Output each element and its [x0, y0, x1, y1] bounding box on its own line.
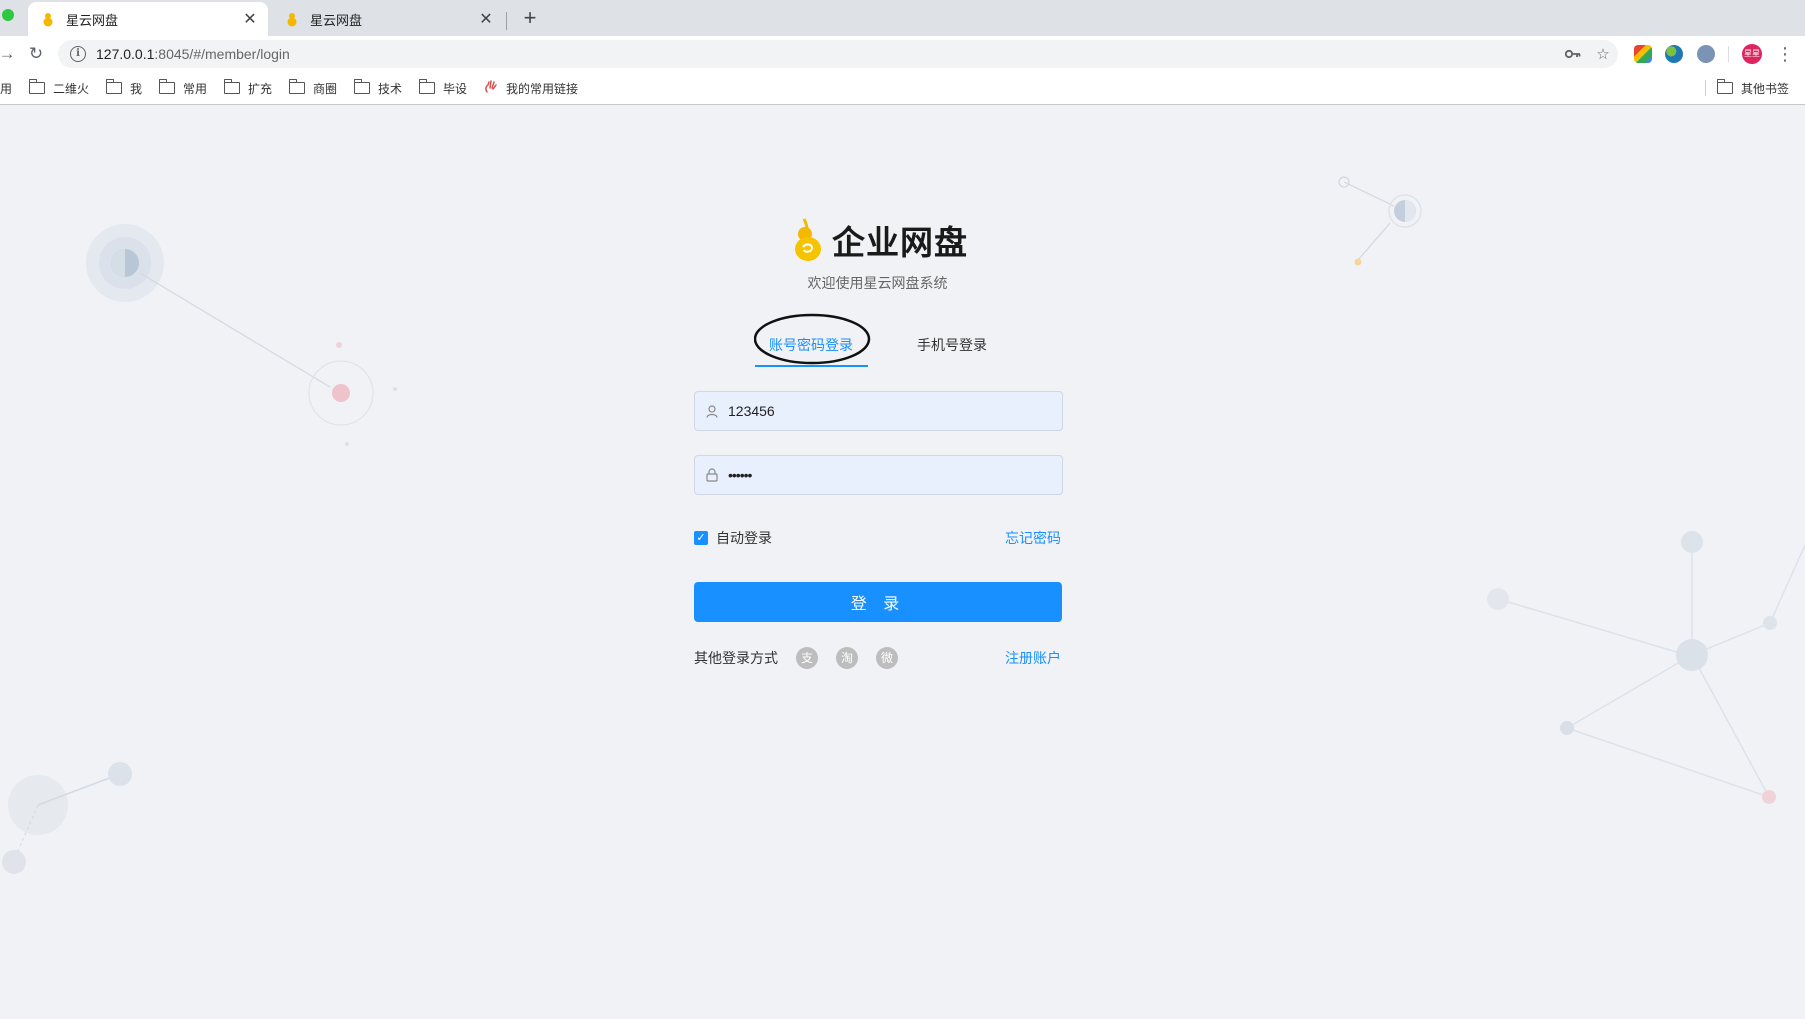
- window-zoom-button[interactable]: [2, 9, 14, 21]
- site-info-icon[interactable]: i: [70, 46, 86, 62]
- reload-icon[interactable]: ↻: [25, 43, 47, 65]
- bookmark-item[interactable]: 用: [0, 72, 12, 104]
- toolbar-divider: [1728, 46, 1729, 62]
- folder-icon: [29, 79, 45, 94]
- bookmark-folder[interactable]: 常用: [159, 72, 207, 104]
- folder-icon: [1717, 79, 1733, 94]
- username-input[interactable]: [726, 402, 1050, 420]
- weibo-icon[interactable]: 微: [876, 647, 898, 669]
- folder-icon: [289, 79, 305, 94]
- checkmark-icon[interactable]: ✓: [694, 531, 708, 545]
- close-tab-icon[interactable]: ✕: [240, 9, 260, 29]
- bookmarks-divider: [1705, 80, 1706, 96]
- bookmark-folder[interactable]: 二维火: [29, 72, 89, 104]
- browser-tab-1[interactable]: 星云网盘 ✕: [28, 2, 268, 36]
- social-login-group: 其他登录方式 支 淘 微: [694, 647, 898, 669]
- bookmark-folder[interactable]: 商圈: [289, 72, 337, 104]
- login-button[interactable]: 登 录: [694, 582, 1062, 622]
- tab-divider: [506, 12, 507, 30]
- extension-compass-icon[interactable]: [1697, 45, 1715, 63]
- gourd-favicon-icon: [284, 11, 300, 27]
- other-login-row: 其他登录方式 支 淘 微 注册账户: [694, 646, 1061, 670]
- url-text[interactable]: 127.0.0.1:8045/#/member/login: [96, 46, 1558, 62]
- user-icon: [706, 404, 720, 418]
- folder-icon: [354, 79, 370, 94]
- folder-icon: [224, 79, 240, 94]
- active-tab-indicator: [755, 365, 868, 367]
- login-options-row: ✓ 自动登录 忘记密码: [694, 528, 1061, 548]
- bookmark-folder[interactable]: 我: [106, 72, 142, 104]
- auto-login-label: 自动登录: [716, 530, 772, 546]
- extension-color-icon[interactable]: [1634, 45, 1652, 63]
- bookmark-folder[interactable]: 毕设: [419, 72, 467, 104]
- hand-icon: [484, 79, 498, 97]
- tab-account-login[interactable]: 账号密码登录: [769, 335, 853, 365]
- browser-menu-icon[interactable]: ⋮: [1776, 42, 1794, 66]
- bookmark-star-icon[interactable]: ☆: [1588, 45, 1618, 63]
- gourd-logo-icon: [795, 218, 821, 261]
- other-login-label: 其他登录方式: [694, 650, 778, 666]
- forward-arrow-icon[interactable]: →: [0, 43, 18, 65]
- login-page: 企业网盘 欢迎使用星云网盘系统 账号密码登录 手机号登录 ✓ 自动登录 忘记密码…: [0, 105, 1805, 1019]
- close-tab-icon[interactable]: ✕: [476, 9, 496, 29]
- brand: 企业网盘: [790, 215, 968, 265]
- bookmarks-bar: 用 二维火 我 常用 扩充 商圈 技术 毕设 我的常用链接 其他书签: [0, 72, 1805, 105]
- username-field[interactable]: [694, 391, 1063, 431]
- gourd-favicon-icon: [40, 11, 56, 27]
- register-link[interactable]: 注册账户: [1005, 648, 1061, 668]
- folder-icon: [106, 79, 122, 94]
- alipay-icon[interactable]: 支: [796, 647, 818, 669]
- key-icon[interactable]: [1558, 46, 1588, 63]
- bookmark-link[interactable]: 我的常用链接: [484, 72, 578, 104]
- extension-globe-icon[interactable]: [1665, 45, 1683, 63]
- new-tab-icon[interactable]: +: [518, 5, 542, 31]
- browser-tab-2[interactable]: 星云网盘 ✕: [272, 2, 504, 36]
- subtitle: 欢迎使用星云网盘系统: [807, 275, 948, 291]
- tab-phone-login[interactable]: 手机号登录: [917, 335, 987, 365]
- browser-tab-title: 星云网盘: [66, 12, 119, 28]
- bookmark-folder[interactable]: 技术: [354, 72, 402, 104]
- auto-login-checkbox[interactable]: ✓ 自动登录: [694, 528, 772, 548]
- address-bar[interactable]: i 127.0.0.1:8045/#/member/login ☆: [58, 40, 1618, 68]
- lock-icon: [706, 468, 720, 482]
- profile-avatar[interactable]: 星星: [1742, 44, 1762, 64]
- password-input[interactable]: [726, 466, 1050, 484]
- bookmark-folder[interactable]: 扩充: [224, 72, 272, 104]
- browser-toolbar: → ↻ i 127.0.0.1:8045/#/member/login ☆ 星星…: [0, 36, 1805, 72]
- brand-name: 企业网盘: [832, 224, 968, 261]
- taobao-icon[interactable]: 淘: [836, 647, 858, 669]
- browser-tabstrip: 星云网盘 ✕ 星云网盘 ✕ +: [0, 0, 1805, 36]
- browser-tab-title: 星云网盘: [310, 12, 363, 28]
- password-field[interactable]: [694, 455, 1063, 495]
- folder-icon: [419, 79, 435, 94]
- forgot-password-link[interactable]: 忘记密码: [1005, 528, 1061, 548]
- folder-icon: [159, 79, 175, 94]
- other-bookmarks-folder[interactable]: 其他书签: [1717, 72, 1789, 104]
